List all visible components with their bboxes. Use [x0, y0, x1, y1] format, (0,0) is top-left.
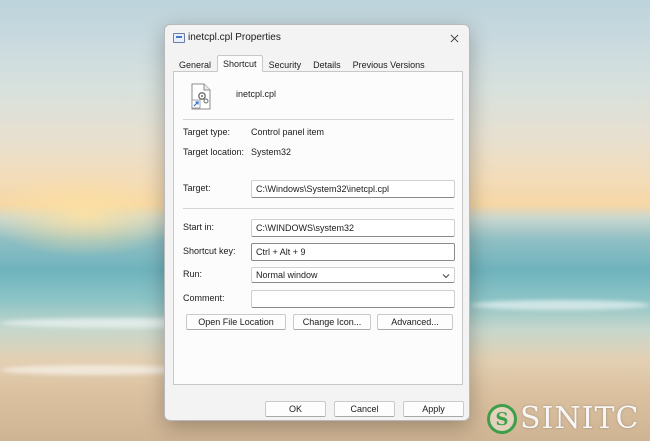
run-select-value: Normal window	[256, 270, 318, 280]
title-bar[interactable]: inetcpl.cpl Properties	[165, 25, 469, 51]
open-file-location-button[interactable]: Open File Location	[186, 314, 286, 330]
properties-dialog: inetcpl.cpl Properties General Shortcut …	[164, 24, 470, 421]
ok-button[interactable]: OK	[265, 401, 326, 417]
tab-previous-versions[interactable]: Previous Versions	[347, 57, 431, 72]
shortcut-panel: inetcpl.cpl Target type: Control panel i…	[173, 71, 463, 385]
change-icon-button[interactable]: Change Icon...	[293, 314, 371, 330]
close-icon	[450, 34, 458, 42]
comment-input[interactable]	[251, 290, 455, 308]
shortcut-file-name: inetcpl.cpl	[236, 89, 277, 99]
watermark-text: SINITC	[520, 401, 640, 436]
chevron-down-icon	[442, 274, 450, 279]
target-location-row: Target location: System32	[183, 143, 455, 161]
target-type-row: Target type: Control panel item	[183, 123, 455, 141]
control-panel-file-icon	[191, 83, 211, 110]
wave-foam	[0, 365, 190, 375]
cancel-button[interactable]: Cancel	[334, 401, 395, 417]
start-in-label: Start in:	[183, 222, 215, 232]
target-input[interactable]: C:\Windows\System32\inetcpl.cpl	[251, 180, 455, 198]
tab-general[interactable]: General	[173, 57, 217, 72]
target-type-label: Target type:	[183, 127, 231, 137]
shortcut-key-label: Shortcut key:	[183, 246, 236, 256]
shortcut-window-icon	[173, 33, 185, 43]
target-location-value: System32	[251, 147, 292, 157]
window-title: inetcpl.cpl Properties	[188, 32, 281, 43]
close-button[interactable]	[443, 28, 465, 48]
apply-button[interactable]: Apply	[403, 401, 464, 417]
watermark-logo: S SINITC	[487, 402, 639, 436]
target-location-label: Target location:	[183, 147, 245, 157]
tab-shortcut[interactable]: Shortcut	[217, 55, 263, 72]
run-label: Run:	[183, 269, 203, 279]
target-row: Target: C:\Windows\System32\inetcpl.cpl	[183, 180, 455, 202]
divider	[183, 208, 454, 209]
start-in-row: Start in: C:\WINDOWS\system32	[183, 219, 455, 237]
divider	[183, 119, 454, 120]
wave-foam	[470, 300, 650, 310]
target-label: Target:	[183, 183, 211, 193]
tab-strip: General Shortcut Security Details Previo…	[173, 55, 431, 72]
start-in-input[interactable]: C:\WINDOWS\system32	[251, 219, 455, 237]
tab-details[interactable]: Details	[307, 57, 347, 72]
shortcut-key-input[interactable]: Ctrl + Alt + 9	[251, 243, 455, 261]
tab-security[interactable]: Security	[263, 57, 308, 72]
run-row: Run: Normal window	[183, 267, 455, 285]
comment-label: Comment:	[183, 293, 225, 303]
run-select[interactable]: Normal window	[251, 267, 455, 283]
watermark-letter: S	[487, 404, 517, 434]
shortcut-key-row: Shortcut key: Ctrl + Alt + 9	[183, 243, 455, 261]
advanced-button[interactable]: Advanced...	[377, 314, 453, 330]
target-type-value: Control panel item	[251, 127, 325, 137]
comment-row: Comment:	[183, 290, 455, 308]
